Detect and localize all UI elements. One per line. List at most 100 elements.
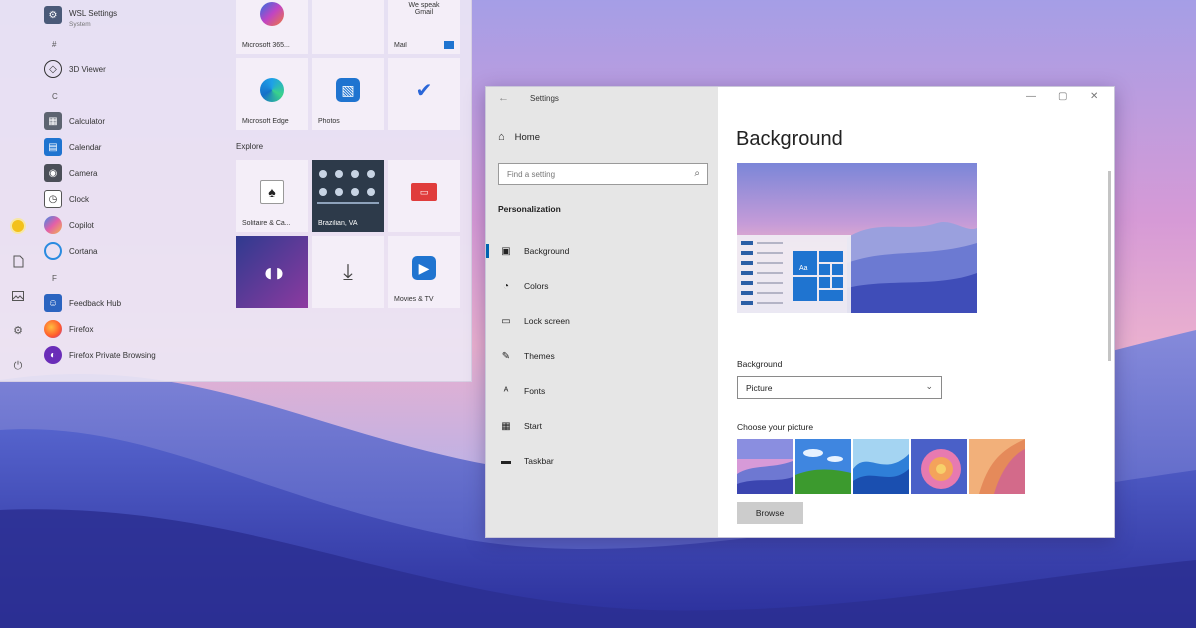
app-camera[interactable]: ◉ Camera bbox=[44, 162, 97, 184]
picture-thumbnail[interactable] bbox=[969, 439, 1025, 494]
back-arrow-icon[interactable]: ← bbox=[498, 92, 509, 104]
app-wsl-settings[interactable]: ⚙ WSL Settings System bbox=[44, 4, 118, 28]
movies-icon: ▶ bbox=[412, 256, 436, 280]
app-firefox-private[interactable]: ◐ Firefox Private Browsing bbox=[44, 344, 156, 366]
nav-item-label: Background bbox=[524, 246, 570, 256]
browse-button[interactable]: Browse bbox=[737, 502, 803, 524]
tile-movies[interactable]: ▶ Movies & TV bbox=[388, 236, 460, 308]
chevron-down-icon: ⌄ bbox=[925, 381, 933, 391]
nav-item-start[interactable]: ▦ Start bbox=[486, 413, 718, 439]
nav-item-themes[interactable]: ✎ Themes bbox=[486, 343, 718, 369]
nav-item-lock-screen[interactable]: ▭ Lock screen bbox=[486, 308, 718, 334]
tile-label: Solitaire & Ca... bbox=[242, 220, 291, 227]
search-placeholder: Find a setting bbox=[507, 170, 556, 179]
start-rail: ⚙ ⏻ bbox=[0, 0, 36, 382]
choose-picture-label: Choose your picture bbox=[737, 422, 814, 432]
app-label: Feedback Hub bbox=[69, 298, 122, 308]
nav-item-label: Start bbox=[524, 421, 542, 431]
settings-window: ← Settings — ▢ ✕ ⌂ Home Find a setting ⌕… bbox=[485, 86, 1115, 538]
picture-thumbnail[interactable] bbox=[853, 439, 909, 494]
tile-download[interactable]: ⤓ bbox=[312, 236, 384, 308]
cortana-icon bbox=[44, 242, 62, 260]
search-input[interactable]: Find a setting ⌕ bbox=[498, 163, 708, 185]
lock-screen-icon: ▭ bbox=[501, 315, 511, 327]
background-dropdown[interactable]: Picture ⌄ bbox=[737, 376, 942, 399]
background-label: Background bbox=[737, 359, 783, 369]
home-nav-item[interactable]: ⌂ Home bbox=[498, 131, 540, 143]
feedback-hub-icon: ☺ bbox=[44, 294, 62, 312]
tile-weather[interactable]: Brazilian, VA bbox=[312, 160, 384, 232]
app-label: 3D Viewer bbox=[69, 64, 106, 74]
explore-tiles: ♠ Solitaire & Ca... Brazilian, VA ▭ ◖◗ ⤓… bbox=[236, 0, 464, 382]
tile-dolby[interactable]: ◖◗ bbox=[236, 236, 308, 308]
clock-icon: ◷ bbox=[44, 190, 62, 208]
start-menu: ⚙ ⏻ ⚙ WSL Settings System # ◇ 3D Viewer … bbox=[0, 0, 472, 382]
pictures-icon[interactable] bbox=[10, 288, 26, 304]
app-label: Firefox bbox=[69, 324, 94, 334]
settings-content: Background Aa Background Picture ⌄ Choos… bbox=[718, 87, 1114, 537]
scrollbar[interactable] bbox=[1108, 171, 1111, 361]
letter-header[interactable]: C bbox=[52, 92, 58, 101]
download-icon: ⤓ bbox=[343, 259, 353, 284]
nav-item-label: Colors bbox=[524, 281, 549, 291]
user-avatar-icon[interactable] bbox=[10, 218, 26, 234]
preview-sample-text: Aa bbox=[799, 265, 808, 272]
nav-item-taskbar[interactable]: ▬ Taskbar bbox=[486, 448, 718, 474]
solitaire-icon: ♠ bbox=[260, 180, 284, 204]
app-firefox[interactable]: Firefox bbox=[44, 318, 93, 340]
tile-news[interactable]: ▭ bbox=[388, 160, 460, 232]
background-dropdown-value: Picture bbox=[746, 383, 773, 393]
app-calendar[interactable]: ▤ Calendar bbox=[44, 136, 101, 158]
nav-item-label: Lock screen bbox=[524, 316, 570, 326]
app-calculator[interactable]: ▦ Calculator bbox=[44, 110, 105, 132]
app-label: Firefox Private Browsing bbox=[69, 350, 156, 360]
app-feedback-hub[interactable]: ☺ Feedback Hub bbox=[44, 292, 121, 314]
palette-icon: ◔ bbox=[502, 280, 510, 292]
copilot-icon bbox=[44, 216, 62, 234]
app-label: Calendar bbox=[69, 142, 102, 152]
app-3d-viewer[interactable]: ◇ 3D Viewer bbox=[44, 58, 106, 80]
home-label: Home bbox=[514, 131, 540, 143]
app-cortana[interactable]: Cortana bbox=[44, 240, 97, 262]
wsl-settings-icon: ⚙ bbox=[44, 6, 62, 24]
document-icon[interactable] bbox=[10, 253, 26, 269]
background-preview: Aa bbox=[737, 163, 977, 313]
nav-item-label: Themes bbox=[524, 351, 555, 361]
app-label: Calculator bbox=[69, 116, 106, 126]
start-icon: ▦ bbox=[501, 420, 511, 432]
nav-item-fonts[interactable]: ᴬ Fonts bbox=[486, 378, 718, 404]
app-label: WSL Settings bbox=[69, 8, 118, 18]
app-copilot[interactable]: Copilot bbox=[44, 214, 94, 236]
app-label: Cortana bbox=[69, 246, 98, 256]
nav-item-colors[interactable]: ◔ Colors bbox=[486, 273, 718, 299]
nav-item-label: Fonts bbox=[524, 386, 546, 396]
nav-item-label: Taskbar bbox=[524, 456, 554, 466]
letter-header[interactable]: # bbox=[52, 40, 56, 49]
fonts-icon: ᴬ bbox=[503, 385, 509, 397]
picture-thumbnail[interactable] bbox=[911, 439, 967, 494]
picture-thumbnail[interactable] bbox=[737, 439, 793, 494]
nav-item-background[interactable]: ▣ Background bbox=[486, 238, 718, 264]
letter-header[interactable]: F bbox=[52, 274, 57, 283]
3d-viewer-icon: ◇ bbox=[44, 60, 62, 78]
tile-solitaire[interactable]: ♠ Solitaire & Ca... bbox=[236, 160, 308, 232]
preview-start-menu bbox=[737, 235, 851, 313]
all-apps-list: ⚙ WSL Settings System # ◇ 3D Viewer C ▦ … bbox=[44, 0, 224, 382]
app-clock[interactable]: ◷ Clock bbox=[44, 188, 89, 210]
gear-icon[interactable]: ⚙ bbox=[10, 322, 26, 338]
home-icon: ⌂ bbox=[498, 131, 505, 143]
power-icon[interactable]: ⏻ bbox=[10, 358, 26, 374]
picture-thumbnail[interactable] bbox=[795, 439, 851, 494]
app-label: Clock bbox=[69, 194, 90, 204]
dolby-icon: ◖◗ bbox=[260, 256, 287, 287]
themes-icon: ✎ bbox=[501, 350, 511, 362]
calendar-icon: ▤ bbox=[44, 138, 62, 156]
search-icon[interactable]: ⌕ bbox=[694, 168, 700, 179]
news-icon: ▭ bbox=[411, 183, 437, 201]
camera-icon: ◉ bbox=[44, 164, 62, 182]
window-title: Settings bbox=[530, 94, 559, 103]
app-label: Copilot bbox=[69, 220, 94, 230]
weather-forecast-grid bbox=[317, 170, 379, 204]
section-heading: Personalization bbox=[498, 204, 561, 214]
app-label: Camera bbox=[69, 168, 98, 178]
